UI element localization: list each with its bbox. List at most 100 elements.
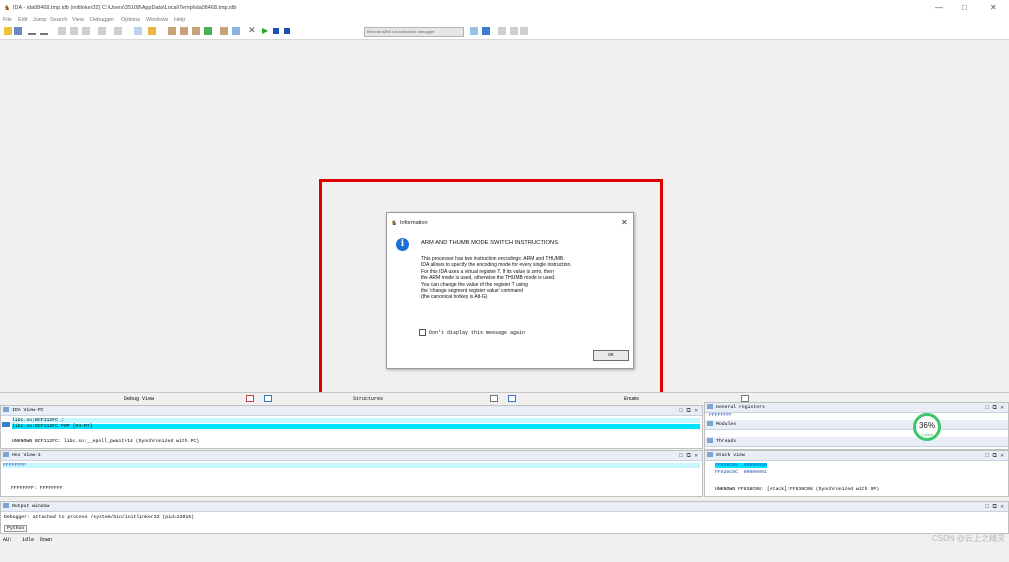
tab-debug-view-close-icon[interactable]: [246, 395, 254, 402]
ida-dialog-icon: ♞: [391, 220, 398, 227]
minimize-button[interactable]: —: [935, 3, 943, 12]
registers-icon: [707, 404, 713, 410]
ida-view-icon: [3, 407, 9, 413]
register-value: FFFFFFFF: [709, 413, 733, 418]
information-dialog: ♞ Information ✕ i ARM AND THUMB MODE SWI…: [386, 212, 634, 369]
threads-title: Threads: [716, 439, 737, 444]
hex-view-panel[interactable]: Hex View-1 □ ⧉ ✕ FFFFFFFF FFFFFFFF: FFFF…: [0, 450, 703, 497]
stack-value: 00000000: [743, 463, 767, 468]
info-icon: i: [396, 238, 409, 251]
status-state: idle: [22, 537, 35, 543]
stack-row[interactable]: FF838C0C 00000001: [715, 470, 767, 475]
title-bar: ♞ IDA - ida08468.tmp.idb (initlinker32) …: [0, 0, 1009, 16]
tab-enums[interactable]: Enums: [624, 396, 639, 402]
ida-app-icon: ♞: [4, 5, 11, 12]
checkbox-box[interactable]: [419, 329, 426, 336]
menu-jump[interactable]: Jump: [33, 17, 46, 23]
threads-title-bar: Threads: [705, 437, 1008, 447]
menu-view[interactable]: View: [72, 17, 84, 23]
find-icon[interactable]: [98, 27, 106, 35]
forward-icon[interactable]: [40, 30, 48, 35]
menu-file[interactable]: File: [3, 17, 12, 23]
tab-structures-icon[interactable]: [508, 395, 516, 402]
stack-view-icon: [707, 452, 713, 458]
hex-view-icon: [3, 452, 9, 458]
tab-enums-close-icon[interactable]: [741, 395, 749, 402]
edit-function-icon[interactable]: [180, 27, 188, 35]
debugger-select[interactable]: Remote ARM Linux/Android debugger: [364, 27, 464, 37]
menu-search[interactable]: Search: [50, 17, 67, 23]
gauge-speed: 4.0Kb/s: [921, 433, 933, 437]
tab-structures-close-icon[interactable]: [490, 395, 498, 402]
create-function-icon[interactable]: [168, 27, 176, 35]
close-button[interactable]: ✕: [990, 3, 997, 12]
close-window-icon[interactable]: ✕: [248, 25, 256, 35]
stack-view-window-controls[interactable]: □ ⧉ ✕: [985, 451, 1004, 460]
registers-title-bar: General registers □ ⧉ ✕: [705, 403, 1008, 413]
attach-icon[interactable]: [482, 27, 490, 35]
threads-icon: [707, 438, 713, 444]
tab-structures[interactable]: Structures: [353, 396, 383, 402]
ida-view-status: UNKNOWN BCF112FC: libc.so:__epoll_pwait+…: [12, 439, 200, 444]
patch-icon[interactable]: [220, 27, 228, 35]
stop-icon[interactable]: [284, 28, 290, 34]
tab-debug-view-graph-icon[interactable]: [264, 395, 272, 402]
registers-window-controls[interactable]: □ ⧉ ✕: [985, 403, 1004, 412]
graph-icon[interactable]: [134, 27, 142, 35]
tab-debug-view[interactable]: Debug View: [124, 396, 154, 402]
back-icon[interactable]: [28, 30, 36, 35]
step-icon[interactable]: [520, 27, 528, 35]
xref-icon[interactable]: [192, 27, 200, 35]
python-tab[interactable]: Python: [4, 525, 28, 532]
output-window-controls[interactable]: □ ⧉ ✕: [985, 502, 1004, 511]
modules-icon: [707, 421, 713, 427]
ida-view-window-controls[interactable]: □ ⧉ ✕: [679, 406, 698, 415]
proximity-icon[interactable]: [148, 27, 156, 35]
dont-display-checkbox[interactable]: Don't display this message again: [419, 329, 525, 336]
segment-icon[interactable]: [232, 27, 240, 35]
stack-view-title: Stack view: [716, 453, 745, 458]
text-search-icon[interactable]: [70, 27, 78, 35]
run-plugin-icon[interactable]: [204, 27, 212, 35]
jump-icon[interactable]: [114, 27, 122, 35]
status-bar: AU: idle Down: [0, 534, 1009, 546]
next-search-icon[interactable]: [82, 27, 90, 35]
menu-edit[interactable]: Edit: [18, 17, 27, 23]
dialog-title: Information: [400, 220, 428, 226]
output-window-panel[interactable]: Output window □ ⧉ ✕ Debugger: attached t…: [0, 501, 1009, 534]
save-icon[interactable]: [14, 27, 22, 35]
ok-button[interactable]: OK: [593, 350, 629, 361]
general-registers-panel[interactable]: General registers □ ⧉ ✕ FFFFFFFF Modules…: [704, 402, 1009, 450]
code-line-current[interactable]: libc.so:BCF112FC POP {R4-R7}: [12, 424, 700, 429]
stack-row-current[interactable]: FF838C08 00000000: [715, 463, 767, 468]
code-line[interactable]: libc.so:BCF112FC ;: [12, 418, 700, 423]
ida-view-pc-panel[interactable]: IDA View-PC □ ⧉ ✕ libc.so:BCF112FC ; lib…: [0, 405, 703, 449]
debugger-options-icon[interactable]: [470, 27, 478, 35]
trace-icon[interactable]: [510, 27, 518, 35]
stack-view-status: UNKNOWN FF838C08: [stack]:FF838C08 (Sync…: [715, 487, 880, 492]
hex-line[interactable]: FFFFFFFF: [3, 463, 700, 468]
menu-debugger[interactable]: Debugger: [90, 17, 114, 23]
network-speed-gauge: 36% 4.0Kb/s: [913, 413, 941, 441]
hex-view-window-controls[interactable]: □ ⧉ ✕: [679, 451, 698, 460]
gauge-percent: 36%: [918, 421, 935, 430]
menu-windows[interactable]: Windows: [146, 17, 168, 23]
output-title: Output window: [12, 504, 50, 509]
stack-address: FF838C08: [715, 463, 739, 468]
stack-view-panel[interactable]: Stack view □ ⧉ ✕ FF838C08 00000000 FF838…: [704, 450, 1009, 497]
maximize-button[interactable]: □: [962, 3, 967, 12]
start-debug-icon[interactable]: ▶: [262, 26, 270, 35]
dialog-close-button[interactable]: ✕: [621, 218, 628, 227]
registers-title: General registers: [716, 405, 765, 410]
pc-arrow-icon: [2, 422, 10, 427]
menu-options[interactable]: Options: [121, 17, 140, 23]
checkbox-label: Don't display this message again: [429, 329, 526, 336]
stack-value: 00000001: [743, 470, 767, 475]
open-icon[interactable]: [4, 27, 12, 35]
breakpoint-icon[interactable]: [498, 27, 506, 35]
binary-search-icon[interactable]: [58, 27, 66, 35]
menu-help[interactable]: Help: [174, 17, 185, 23]
window-title: IDA - ida08468.tmp.idb (initlinker32) C:…: [13, 5, 237, 11]
pause-icon[interactable]: [273, 28, 279, 34]
stack-view-title-bar: Stack view □ ⧉ ✕: [705, 451, 1008, 461]
